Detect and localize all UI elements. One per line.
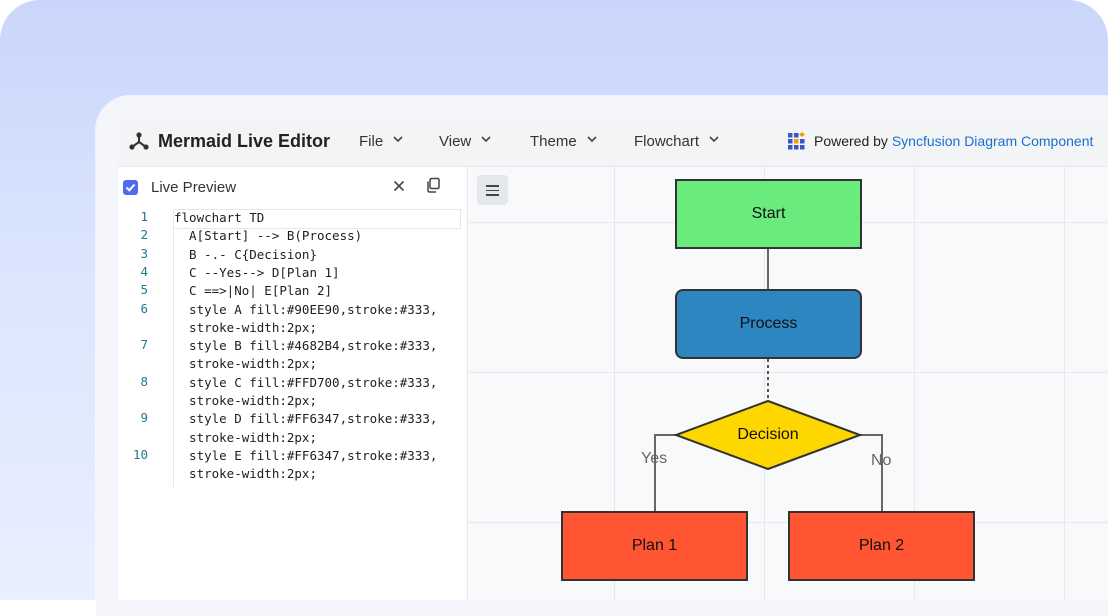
process-node[interactable]: Process bbox=[675, 289, 862, 359]
line-number: 4 bbox=[140, 263, 148, 279]
syncfusion-logo-icon bbox=[788, 132, 805, 150]
decision-node-text: Decision bbox=[718, 419, 818, 451]
menu-theme-label: Theme bbox=[530, 133, 577, 150]
code-line[interactable]: style C fill:#FFD700,stroke:#333, stroke… bbox=[174, 374, 437, 411]
checkmark-icon bbox=[125, 183, 136, 192]
code-line[interactable]: C ==>|No| E[Plan 2] bbox=[174, 282, 332, 300]
menu-view-label: View bbox=[439, 133, 472, 150]
app-title: Mermaid Live Editor bbox=[158, 131, 331, 151]
edge-label-no: No bbox=[871, 452, 892, 469]
powered-by-prefix: Powered by bbox=[814, 133, 892, 149]
code-line[interactable]: style D fill:#FF6347,stroke:#333, stroke… bbox=[174, 410, 437, 447]
plan1-node[interactable]: Plan 1 bbox=[561, 511, 748, 581]
start-node[interactable]: Start bbox=[675, 179, 862, 249]
line-number: 7 bbox=[140, 337, 148, 353]
close-icon[interactable] bbox=[390, 177, 408, 195]
line-number: 6 bbox=[140, 300, 148, 316]
live-preview-checkbox[interactable] bbox=[123, 180, 138, 195]
decision-node-label: Decision bbox=[737, 426, 799, 443]
mermaid-logo-icon bbox=[129, 132, 149, 150]
edge-label-yes: Yes bbox=[641, 450, 668, 467]
editor-header: Live Preview bbox=[118, 167, 467, 207]
code-editor-panel: Live Preview 1 flowchart TD 2 A[Start] -->… bbox=[118, 167, 468, 600]
chevron-down-icon bbox=[709, 136, 719, 143]
menu-file-label: File bbox=[359, 133, 384, 150]
edge-decision-plan1 bbox=[654, 434, 676, 512]
menu-file[interactable]: File bbox=[359, 133, 403, 150]
diagram-canvas[interactable]: Yes No Start Process Decision Plan 1 Pla… bbox=[468, 167, 1108, 600]
line-number: 3 bbox=[140, 245, 148, 261]
copy-icon[interactable] bbox=[424, 176, 442, 194]
edge-decision-plan2 bbox=[860, 434, 883, 512]
line-number: 1 bbox=[140, 209, 148, 224]
line-number: 5 bbox=[140, 282, 148, 298]
powered-by: Powered by Syncfusion Diagram Component bbox=[814, 133, 1093, 149]
line-number: 2 bbox=[140, 227, 148, 243]
code-line[interactable]: B -.- C{Decision} bbox=[174, 246, 317, 264]
code-line[interactable]: C --Yes--> D[Plan 1] bbox=[174, 264, 340, 282]
code-line[interactable]: style A fill:#90EE90,stroke:#333, stroke… bbox=[174, 301, 437, 338]
app-window: Mermaid Live Editor File View Theme Flow… bbox=[118, 118, 1108, 600]
line-number: 9 bbox=[140, 410, 148, 426]
code-area[interactable]: 1 flowchart TD 2 A[Start] --> B(Process) 3 … bbox=[118, 209, 467, 600]
plan2-node-label: Plan 2 bbox=[858, 537, 905, 554]
plan2-node[interactable]: Plan 2 bbox=[788, 511, 975, 581]
chevron-down-icon bbox=[393, 136, 403, 143]
menu-theme[interactable]: Theme bbox=[530, 133, 597, 150]
menu-view[interactable]: View bbox=[439, 133, 491, 150]
syncfusion-link[interactable]: Syncfusion Diagram Component bbox=[892, 133, 1094, 149]
code-line[interactable]: flowchart TD bbox=[174, 209, 264, 227]
code-line[interactable]: style E fill:#FF6347,stroke:#333, stroke… bbox=[174, 447, 437, 484]
chevron-down-icon bbox=[587, 136, 597, 143]
code-line[interactable]: style B fill:#4682B4,stroke:#333, stroke… bbox=[174, 337, 437, 374]
code-line[interactable]: A[Start] --> B(Process) bbox=[174, 227, 362, 245]
line-number: 10 bbox=[132, 446, 148, 462]
process-node-label: Process bbox=[739, 315, 798, 332]
menu-flowchart-label: Flowchart bbox=[634, 133, 700, 150]
menu-flowchart[interactable]: Flowchart bbox=[634, 133, 719, 150]
start-node-label: Start bbox=[751, 205, 786, 222]
chevron-down-icon bbox=[481, 136, 491, 143]
top-bar: Mermaid Live Editor File View Theme Flow… bbox=[118, 118, 1108, 167]
line-number: 8 bbox=[140, 373, 148, 389]
live-preview-label: Live Preview bbox=[151, 179, 237, 196]
plan1-node-label: Plan 1 bbox=[631, 537, 678, 554]
